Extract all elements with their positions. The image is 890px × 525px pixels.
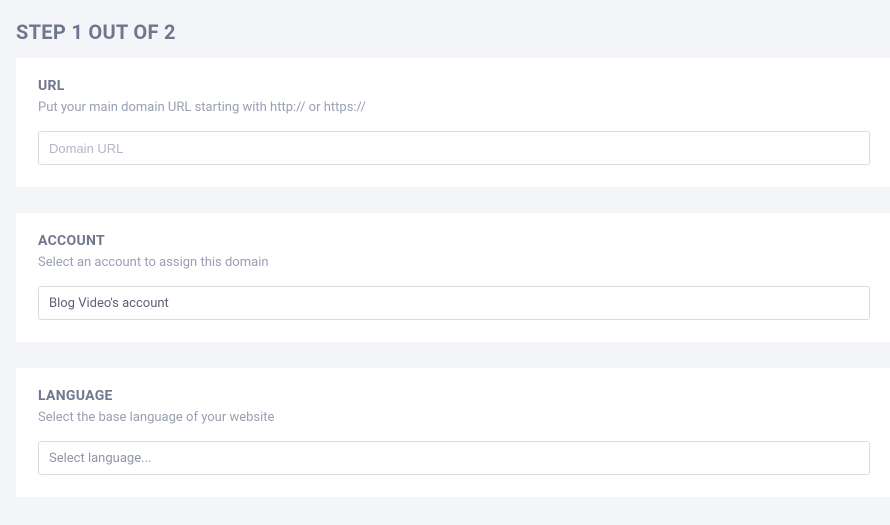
- url-label: URL: [38, 78, 870, 94]
- url-input[interactable]: [38, 131, 870, 165]
- language-label: LANGUAGE: [38, 388, 870, 404]
- page-title: STEP 1 OUT OF 2: [0, 0, 890, 58]
- account-helper: Select an account to assign this domain: [38, 255, 870, 270]
- account-select[interactable]: Blog Video's account: [38, 286, 870, 320]
- language-placeholder: Select language...: [49, 451, 151, 466]
- language-helper: Select the base language of your website: [38, 410, 870, 425]
- url-helper: Put your main domain URL starting with h…: [38, 100, 870, 115]
- account-label: ACCOUNT: [38, 233, 870, 249]
- account-section: ACCOUNT Select an account to assign this…: [16, 213, 890, 342]
- url-section: URL Put your main domain URL starting wi…: [16, 58, 890, 187]
- language-section: LANGUAGE Select the base language of you…: [16, 368, 890, 497]
- language-select[interactable]: Select language...: [38, 441, 870, 475]
- account-selected-value: Blog Video's account: [49, 296, 169, 311]
